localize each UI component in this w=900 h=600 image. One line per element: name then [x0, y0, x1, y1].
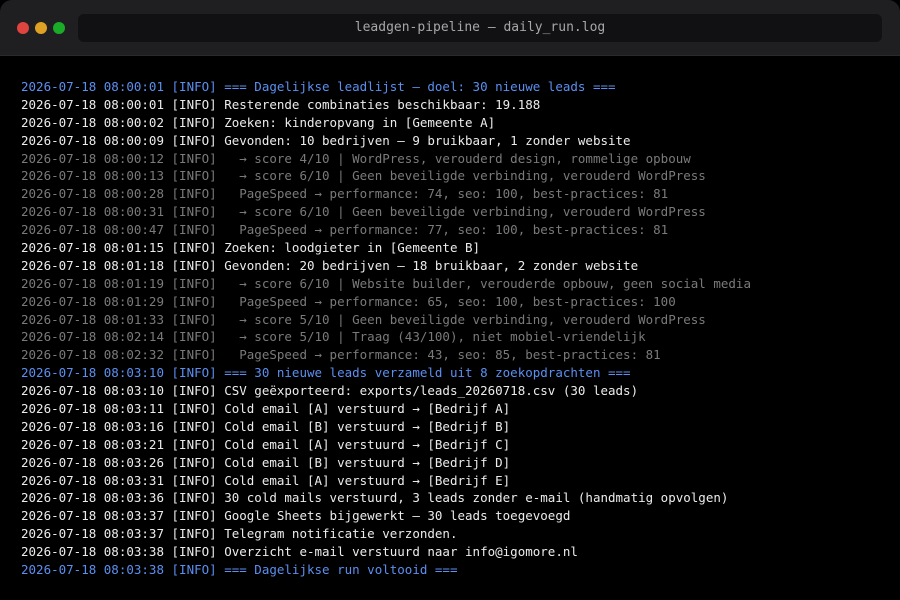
- log-line: 2026-07-18 08:03:21 [INFO] Cold email [A…: [21, 436, 511, 452]
- log-line: 2026-07-18 08:03:37 [INFO] Google Sheets…: [21, 508, 571, 524]
- log-output[interactable]: 2026-07-18 08:00:01 [INFO] === Dagelijks…: [21, 78, 891, 579]
- log-line: 2026-07-18 08:01:29 [INFO] PageSpeed → p…: [21, 293, 676, 309]
- log-line: 2026-07-18 08:03:10 [INFO] CSV geëxporte…: [21, 383, 639, 399]
- close-window-button[interactable]: [17, 22, 29, 34]
- log-line: 2026-07-18 08:01:19 [INFO] → score 6/10 …: [21, 275, 751, 291]
- log-line: 2026-07-18 08:00:13 [INFO] → score 6/10 …: [21, 168, 706, 184]
- zoom-window-button[interactable]: [53, 22, 65, 34]
- title-field: leadgen-pipeline — daily_run.log: [78, 14, 882, 42]
- log-line: 2026-07-18 08:00:28 [INFO] PageSpeed → p…: [21, 186, 669, 202]
- title-bar: leadgen-pipeline — daily_run.log: [0, 0, 900, 56]
- log-line: 2026-07-18 08:03:36 [INFO] 30 cold mails…: [21, 490, 729, 506]
- log-line: 2026-07-18 08:03:38 [INFO] Overzicht e-m…: [21, 544, 578, 560]
- log-line: 2026-07-18 08:03:10 [INFO] === 30 nieuwe…: [21, 365, 631, 381]
- log-line: 2026-07-18 08:00:02 [INFO] Zoeken: kinde…: [21, 114, 496, 130]
- log-line: 2026-07-18 08:03:11 [INFO] Cold email [A…: [21, 401, 511, 417]
- log-line: 2026-07-18 08:00:01 [INFO] Resterende co…: [21, 96, 541, 112]
- log-line: 2026-07-18 08:02:14 [INFO] → score 5/10 …: [21, 329, 646, 345]
- log-line: 2026-07-18 08:00:47 [INFO] PageSpeed → p…: [21, 222, 669, 238]
- log-line: 2026-07-18 08:00:12 [INFO] → score 4/10 …: [21, 150, 691, 166]
- log-line: 2026-07-18 08:03:37 [INFO] Telegram noti…: [21, 526, 458, 542]
- log-line: 2026-07-18 08:01:15 [INFO] Zoeken: loodg…: [21, 240, 481, 256]
- log-line: 2026-07-18 08:00:31 [INFO] → score 6/10 …: [21, 204, 706, 220]
- log-line: 2026-07-18 08:00:01 [INFO] === Dagelijks…: [21, 79, 616, 94]
- terminal-window: leadgen-pipeline — daily_run.log 2026-07…: [0, 0, 900, 600]
- log-line: 2026-07-18 08:00:09 [INFO] Gevonden: 10 …: [21, 132, 631, 148]
- log-line: 2026-07-18 08:03:31 [INFO] Cold email [A…: [21, 472, 511, 488]
- log-line: 2026-07-18 08:01:33 [INFO] → score 5/10 …: [21, 311, 706, 327]
- log-line: 2026-07-18 08:03:38 [INFO] === Dagelijks…: [21, 562, 458, 578]
- log-line: 2026-07-18 08:03:16 [INFO] Cold email [B…: [21, 418, 511, 434]
- log-line: 2026-07-18 08:01:18 [INFO] Gevonden: 20 …: [21, 257, 639, 273]
- window-title: leadgen-pipeline — daily_run.log: [354, 20, 606, 35]
- log-line: 2026-07-18 08:03:26 [INFO] Cold email [B…: [21, 454, 511, 470]
- minimize-window-button[interactable]: [35, 22, 47, 34]
- log-line: 2026-07-18 08:02:32 [INFO] PageSpeed → p…: [21, 347, 661, 363]
